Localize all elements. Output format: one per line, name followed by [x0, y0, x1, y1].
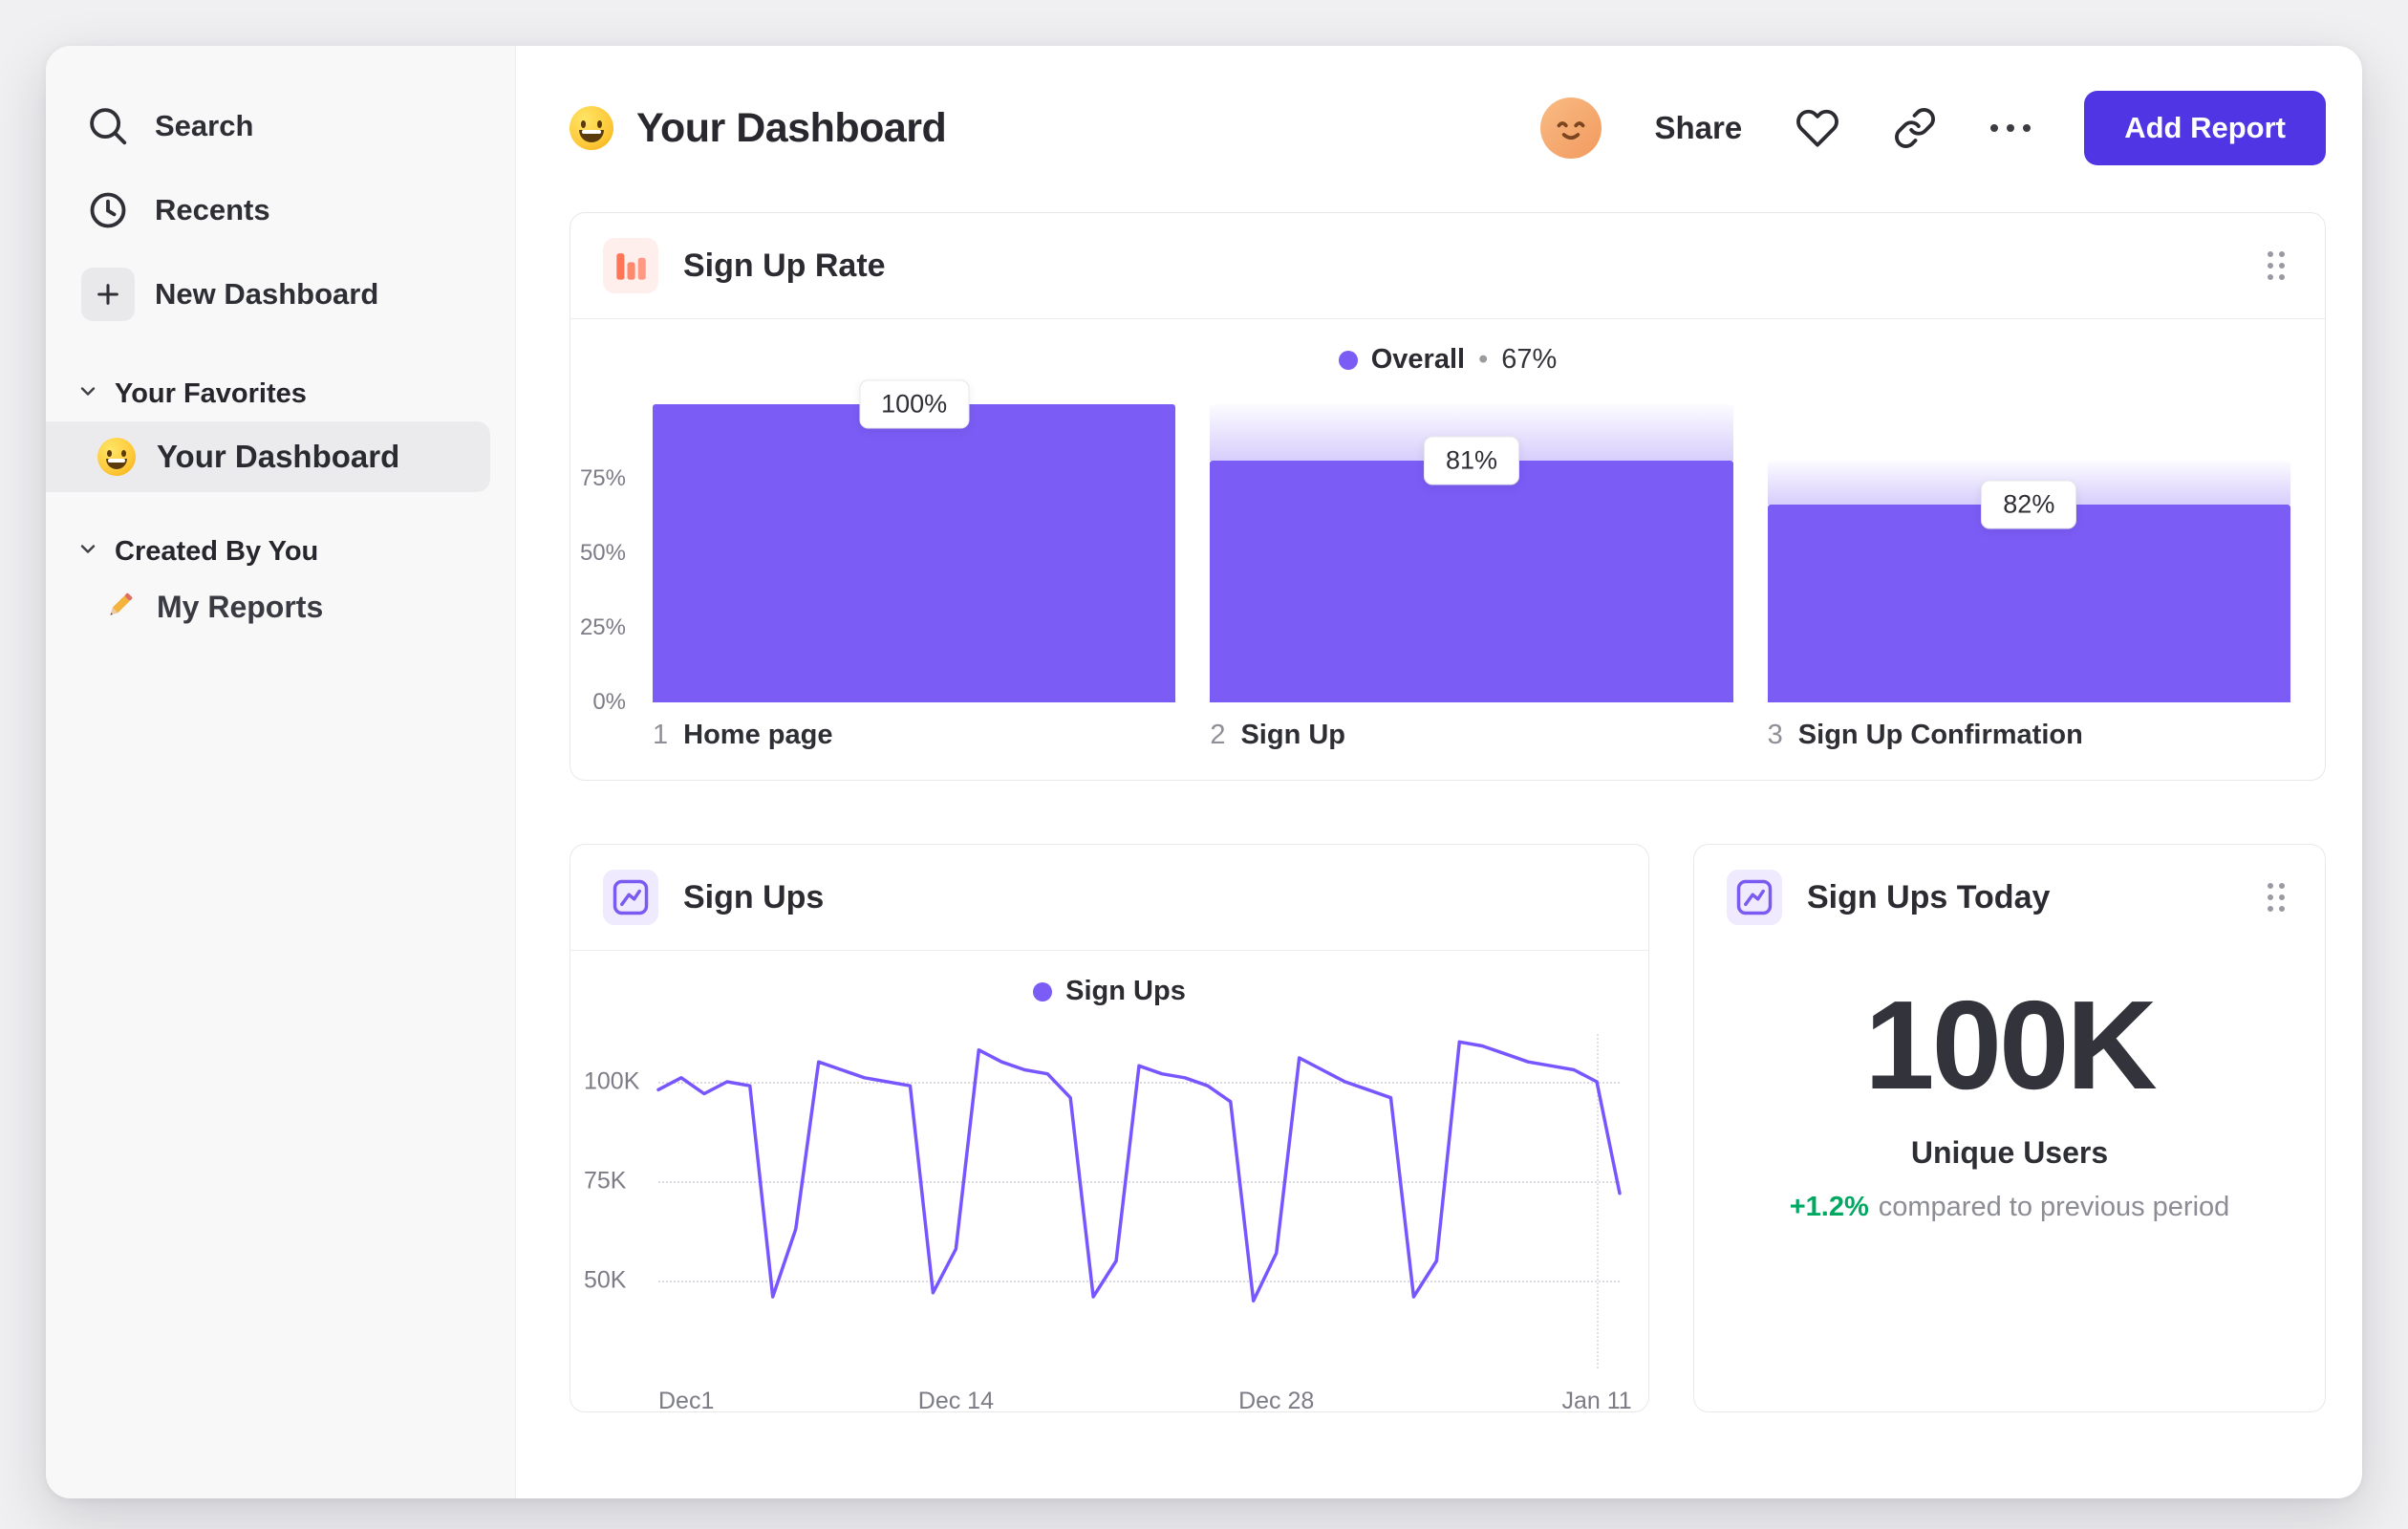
- metric-label: Unique Users: [1910, 1135, 2109, 1170]
- step-index: 2: [1210, 720, 1226, 750]
- sidebar-item-my-reports[interactable]: My Reports: [101, 587, 492, 628]
- line-y-axis: 100K 75K 50K: [584, 1067, 640, 1294]
- dashboard-title-group: Your Dashboard: [570, 104, 947, 152]
- sidebar-item-recents[interactable]: Recents: [69, 170, 492, 250]
- legend-swatch: [1338, 350, 1358, 370]
- card-header: Sign Ups: [570, 845, 1648, 950]
- step-name: Sign Up: [1240, 720, 1346, 750]
- main-content: Your Dashboard Share Add Report Sign Up …: [516, 46, 2362, 1498]
- funnel-x-axis: 1 Home page 2 Sign Up 3 Sign Up Confirma…: [570, 702, 2325, 780]
- funnel-bar-fill: [1210, 461, 1733, 702]
- smiley-emoji-icon: [97, 438, 136, 476]
- line-chart-icon: [603, 870, 658, 925]
- section-label: Your Favorites: [115, 378, 307, 409]
- funnel-step-label: 1 Home page: [653, 720, 1175, 751]
- line-plot: [658, 1034, 1620, 1368]
- dashboard-header: Your Dashboard Share Add Report: [570, 82, 2326, 174]
- sidebar-item-label: Search: [155, 109, 254, 142]
- line-x-axis: Dec1 Dec 14 Dec 28 Jan 11: [658, 1388, 1632, 1414]
- drag-handle-icon[interactable]: [2260, 875, 2292, 919]
- funnel-bar: 82%: [1767, 404, 2290, 702]
- metric-value: 100K: [1864, 975, 2158, 1115]
- heart-icon[interactable]: [1795, 106, 1839, 150]
- card-sign-ups-today: Sign Ups Today 100K Unique Users +1.2% co…: [1693, 844, 2326, 1412]
- funnel-bar-value: 100%: [859, 379, 970, 429]
- drag-handle-icon[interactable]: [2260, 244, 2292, 288]
- sidebar: Search Recents New Dashboard Your Favori…: [46, 46, 516, 1498]
- link-icon[interactable]: [1893, 106, 1937, 150]
- line-series: [658, 1034, 1620, 1368]
- card-title: Sign Ups: [683, 878, 825, 915]
- chevron-down-icon: [76, 378, 99, 410]
- add-report-button[interactable]: Add Report: [2084, 91, 2326, 165]
- plus-icon: [81, 268, 135, 321]
- card-sign-ups: Sign Ups Sign Ups 100K 75K 50K Dec1 Dec …: [570, 844, 1649, 1414]
- smiley-emoji-icon: [570, 106, 613, 150]
- funnel-chart: 75% 50% 25% 0% 100% 81% 82%: [570, 379, 2325, 715]
- funnel-y-axis: 75% 50% 25% 0%: [579, 465, 626, 715]
- metric-delta: +1.2% compared to previous period: [1790, 1192, 2230, 1223]
- bar-chart-icon: [603, 238, 658, 293]
- section-your-favorites[interactable]: Your Favorites: [76, 378, 492, 410]
- sidebar-item-search[interactable]: Search: [69, 86, 492, 166]
- search-icon: [80, 98, 136, 154]
- sidebar-item-label: Your Dashboard: [157, 439, 400, 474]
- page-title: Your Dashboard: [636, 104, 947, 151]
- funnel-bar-fill: [1767, 504, 2290, 702]
- legend-label: Overall: [1370, 344, 1466, 375]
- funnel-step-label: 2 Sign Up: [1210, 720, 1732, 751]
- funnel-bar-value: 81%: [1423, 436, 1520, 485]
- sidebar-item-label: My Reports: [157, 590, 324, 624]
- card-title: Sign Ups Today: [1807, 878, 2051, 915]
- step-index: 3: [1767, 720, 1783, 750]
- section-label: Created By You: [115, 536, 319, 567]
- section-created-by-you[interactable]: Created By You: [76, 536, 492, 568]
- line-chart: 100K 75K 50K Dec1 Dec 14 Dec 28 Jan 11: [570, 1021, 1632, 1432]
- clock-icon: [80, 183, 136, 238]
- funnel-bar: 100%: [653, 379, 1176, 702]
- legend-separator: •: [1478, 344, 1489, 375]
- divider: [570, 950, 1648, 951]
- step-name: Sign Up Confirmation: [1797, 720, 2083, 750]
- funnel-plot: 100% 81% 82%: [653, 379, 2290, 702]
- app-window: Search Recents New Dashboard Your Favori…: [46, 46, 2362, 1498]
- sidebar-item-label: Recents: [155, 193, 270, 226]
- metric-body: 100K Unique Users +1.2% compared to previ…: [1694, 982, 2325, 1223]
- line-chart-icon: [1727, 870, 1782, 925]
- line-legend[interactable]: Sign Ups: [570, 976, 1648, 1007]
- step-index: 1: [653, 720, 669, 750]
- cards-row: Sign Ups Sign Ups 100K 75K 50K Dec1 Dec …: [570, 844, 2326, 1414]
- more-options-icon[interactable]: [1990, 124, 2032, 132]
- card-header: Sign Ups Today: [1694, 845, 2325, 950]
- step-name: Home page: [683, 720, 833, 750]
- share-button[interactable]: Share: [1655, 110, 1743, 146]
- card-header: Sign Up Rate: [570, 213, 2325, 318]
- chevron-down-icon: [76, 536, 99, 568]
- sidebar-item-your-dashboard[interactable]: Your Dashboard: [46, 421, 490, 492]
- card-sign-up-rate: Sign Up Rate Overall • 67% 75% 50% 25% 0% 1…: [570, 212, 2326, 781]
- card-title: Sign Up Rate: [683, 247, 886, 284]
- legend-label: Sign Ups: [1065, 976, 1186, 1006]
- avatar[interactable]: [1539, 97, 1602, 159]
- pencil-icon: [101, 587, 138, 628]
- funnel-bar-value: 82%: [1981, 480, 2077, 529]
- sidebar-item-label: New Dashboard: [155, 277, 379, 311]
- funnel-bar-fill: [653, 404, 1176, 702]
- sidebar-item-new-dashboard[interactable]: New Dashboard: [69, 254, 492, 334]
- header-actions: Share Add Report: [1539, 91, 2326, 165]
- funnel-legend[interactable]: Overall • 67%: [570, 344, 2325, 376]
- legend-swatch: [1033, 981, 1053, 1001]
- funnel-step-label: 3 Sign Up Confirmation: [1768, 720, 2290, 751]
- delta-percent: +1.2%: [1789, 1192, 1869, 1222]
- funnel-bar: 81%: [1210, 404, 1733, 702]
- legend-value: 67%: [1501, 344, 1558, 375]
- delta-note: compared to previous period: [1878, 1192, 2230, 1222]
- divider: [570, 318, 2325, 319]
